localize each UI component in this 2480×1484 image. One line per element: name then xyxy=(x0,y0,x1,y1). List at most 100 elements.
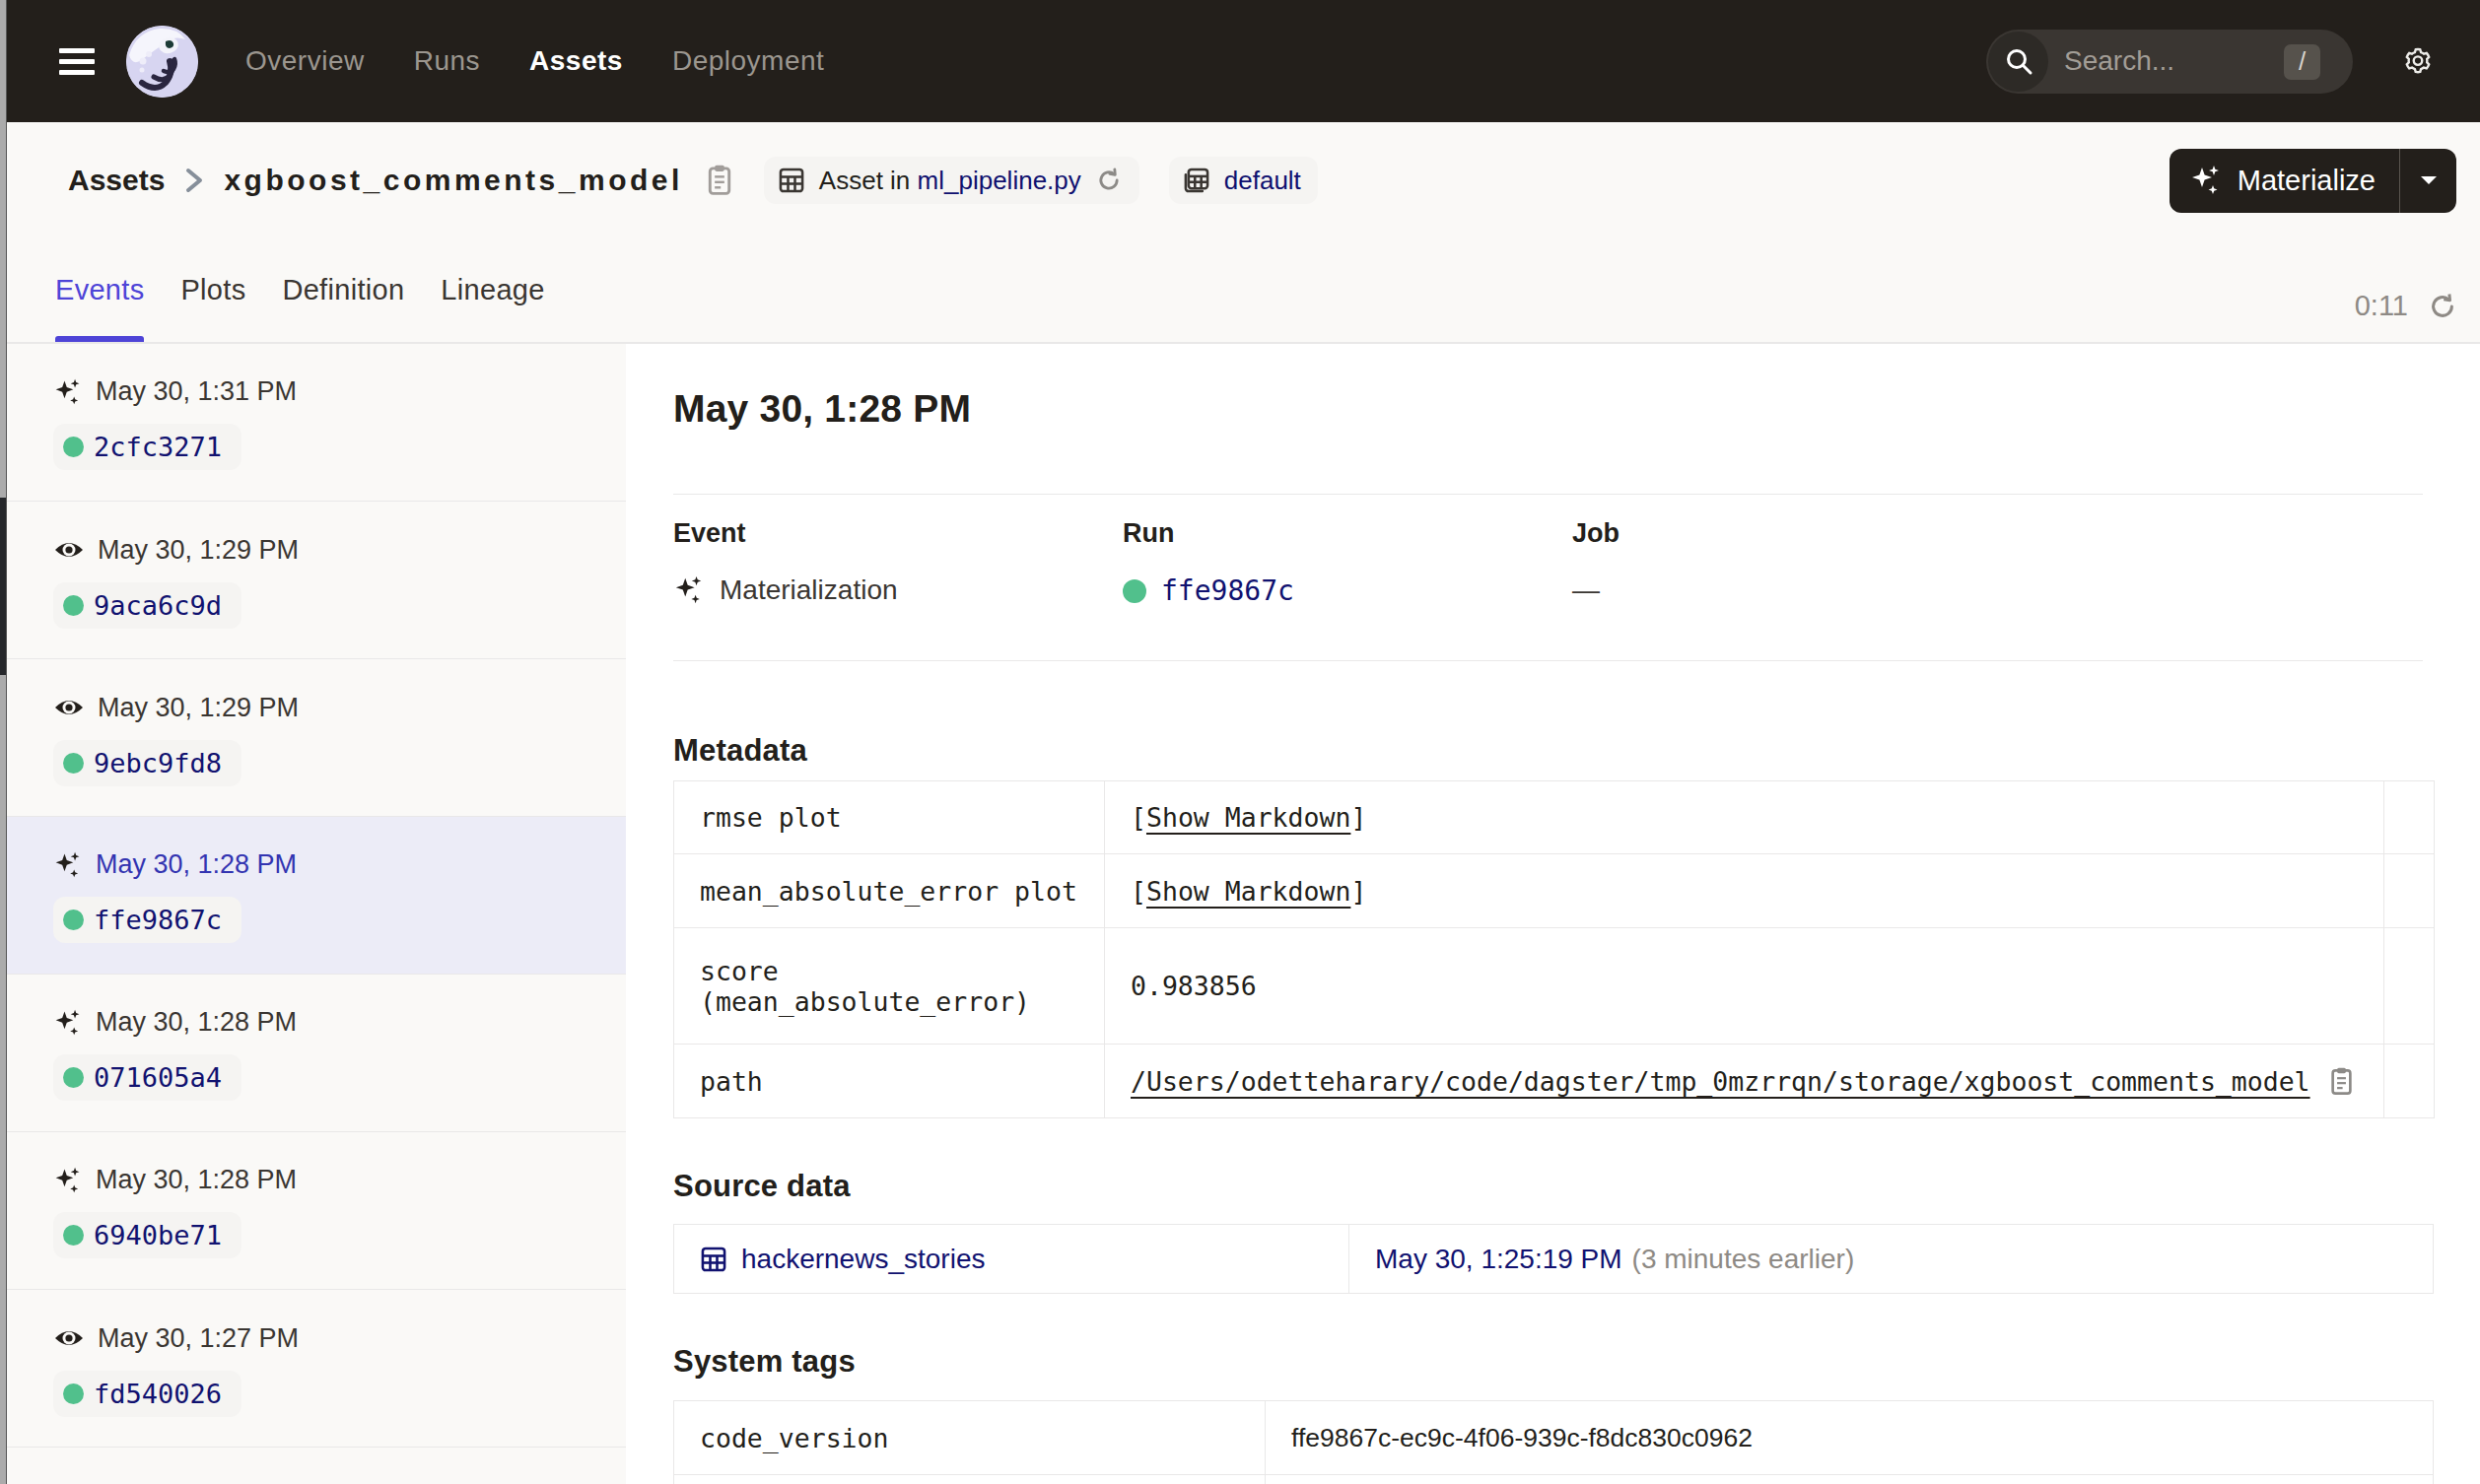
repo-tag-link[interactable]: default xyxy=(1224,166,1301,196)
event-time: May 30, 1:31 PM xyxy=(96,376,297,407)
event-list-item[interactable]: May 30, 1:29 PM 9aca6c9d xyxy=(7,502,626,659)
copy-asset-name-icon[interactable] xyxy=(705,164,734,197)
tabs: Events Plots Definition Lineage xyxy=(55,238,545,342)
run-badge[interactable]: 2cfc3271 xyxy=(53,424,241,470)
event-list-item[interactable]: May 30, 1:27 PM fd540026 xyxy=(7,1290,626,1448)
event-time: May 30, 1:29 PM xyxy=(98,693,299,723)
repo-icon xyxy=(1183,167,1210,194)
nav-overview[interactable]: Overview xyxy=(245,45,365,77)
materialize-button-group: Materialize xyxy=(2170,149,2456,213)
metadata-key: path xyxy=(700,1066,763,1097)
metadata-row: path/Users/odetteharary/code/dagster/tmp… xyxy=(674,1045,2435,1118)
run-badge[interactable]: fd540026 xyxy=(53,1371,241,1417)
event-list-item[interactable]: May 30, 1:28 PM ffe9867c xyxy=(7,817,626,975)
event-detail-panel: May 30, 1:28 PM Event Materialization Ru… xyxy=(626,344,2480,1484)
run-status-dot xyxy=(63,753,84,774)
materialize-dropdown-button[interactable] xyxy=(2399,149,2456,213)
refresh-timer: 0:11 xyxy=(2355,290,2408,322)
event-detail-title: May 30, 1:28 PM xyxy=(673,387,2480,431)
run-id: ffe9867c xyxy=(94,905,222,935)
event-list-item[interactable]: May 30, 1:28 PM 071605a4 xyxy=(7,975,626,1132)
tab-plots[interactable]: Plots xyxy=(180,238,245,342)
event-column: Event Materialization xyxy=(673,518,1123,607)
tabs-row: Events Plots Definition Lineage 0:11 xyxy=(7,238,2480,344)
metadata-heading: Metadata xyxy=(673,733,2480,769)
event-list-item[interactable]: May 30, 1:28 PM 6940be71 xyxy=(7,1132,626,1290)
event-time: May 30, 1:28 PM xyxy=(96,1165,297,1195)
hamburger-menu-icon[interactable] xyxy=(59,48,95,75)
event-time: May 30, 1:27 PM xyxy=(98,1323,299,1354)
run-status-dot xyxy=(63,437,84,457)
materialization-sparkle-icon xyxy=(53,850,83,880)
table-icon xyxy=(700,1246,727,1273)
metadata-table: rmse plot[Show Markdown]mean_absolute_er… xyxy=(673,780,2435,1118)
settings-gear-icon[interactable] xyxy=(2402,45,2434,77)
observation-eye-icon xyxy=(53,534,85,566)
run-badge[interactable]: 9ebc9fd8 xyxy=(53,740,241,786)
path-link[interactable]: /Users/odetteharary/code/dagster/tmp_0mz… xyxy=(1131,1066,2310,1097)
search-shortcut-badge: / xyxy=(2284,44,2320,80)
asset-tag-prefix: Asset in xyxy=(819,166,911,196)
asset-header-row: Assets xgboost_comments_model Asset in m… xyxy=(7,122,2480,238)
breadcrumb-assets-link[interactable]: Assets xyxy=(68,164,165,197)
dagster-app-window: Overview Runs Assets Deployment Search..… xyxy=(6,0,2480,1484)
run-badge[interactable]: ffe9867c xyxy=(53,897,241,943)
reload-icon[interactable] xyxy=(1095,167,1123,194)
run-id: 2cfc3271 xyxy=(94,432,222,462)
event-type-value: Materialization xyxy=(720,574,898,606)
sparkle-icon xyxy=(2189,164,2223,197)
system-tags-table: code_version ffe9867c-ec9c-4f06-939c-f8d… xyxy=(673,1400,2434,1484)
primary-nav: Overview Runs Assets Deployment xyxy=(245,45,824,77)
event-list-item[interactable]: May 30, 1:31 PM 2cfc3271 xyxy=(7,344,626,502)
event-header: Event xyxy=(673,518,1123,549)
refresh-icon[interactable] xyxy=(2428,292,2457,321)
asset-tag-file-link[interactable]: ml_pipeline.py xyxy=(918,166,1081,196)
run-id: 9aca6c9d xyxy=(94,590,222,621)
observation-eye-icon xyxy=(53,1322,85,1354)
source-time-ago: (3 minutes earlier) xyxy=(1632,1244,1855,1274)
materialize-button[interactable]: Materialize xyxy=(2170,164,2399,197)
metadata-value: 0.983856 xyxy=(1131,971,1257,1001)
nav-deployment[interactable]: Deployment xyxy=(672,45,824,77)
tab-lineage[interactable]: Lineage xyxy=(441,238,544,342)
asset-group-tag: Asset in ml_pipeline.py xyxy=(764,157,1139,204)
run-badge[interactable]: 6940be71 xyxy=(53,1212,241,1258)
tab-definition[interactable]: Definition xyxy=(282,238,404,342)
source-data-heading: Source data xyxy=(673,1169,2480,1204)
source-time-link[interactable]: May 30, 1:25:19 PM xyxy=(1375,1244,1622,1274)
dagster-logo[interactable] xyxy=(126,26,198,98)
run-id: 9ebc9fd8 xyxy=(94,748,222,778)
source-data-table: hackernews_stories May 30, 1:25:19 PM (3 … xyxy=(673,1224,2434,1294)
job-header: Job xyxy=(1572,518,2480,549)
desktop-edge-sliver xyxy=(0,0,6,1484)
metadata-row: mean_absolute_error plot[Show Markdown] xyxy=(674,854,2435,928)
nav-assets[interactable]: Assets xyxy=(529,45,623,77)
show-markdown-link[interactable]: Show Markdown xyxy=(1146,876,1350,907)
caret-down-icon xyxy=(2418,173,2440,187)
header-right: Search... / xyxy=(1986,30,2480,94)
search-input[interactable]: Search... / xyxy=(1986,30,2353,94)
job-column: Job — xyxy=(1572,518,2480,607)
materialize-label: Materialize xyxy=(2238,165,2376,197)
copy-path-icon[interactable] xyxy=(2328,1066,2355,1097)
observation-eye-icon xyxy=(53,692,85,723)
run-id: fd540026 xyxy=(94,1379,222,1409)
breadcrumb-chevron-icon xyxy=(184,165,204,196)
run-badge[interactable]: 071605a4 xyxy=(53,1054,241,1101)
breadcrumb: Assets xgboost_comments_model xyxy=(68,164,734,197)
tab-events[interactable]: Events xyxy=(55,238,144,342)
show-markdown-link[interactable]: Show Markdown xyxy=(1146,802,1350,833)
asset-name: xgboost_comments_model xyxy=(224,164,682,197)
nav-runs[interactable]: Runs xyxy=(414,45,480,77)
top-nav-bar: Overview Runs Assets Deployment Search..… xyxy=(7,0,2480,122)
run-id-link[interactable]: ffe9867c xyxy=(1161,574,1294,607)
table-icon xyxy=(778,167,805,194)
event-list-item[interactable]: May 30, 1:29 PM 9ebc9fd8 xyxy=(7,659,626,817)
run-badge[interactable]: 9aca6c9d xyxy=(53,582,241,629)
source-asset-link[interactable]: hackernews_stories xyxy=(741,1244,985,1275)
source-data-row: hackernews_stories May 30, 1:25:19 PM (3 … xyxy=(674,1225,2434,1294)
metadata-key: score(mean_absolute_error) xyxy=(700,956,1030,1017)
materialization-sparkle-icon xyxy=(53,1008,83,1038)
run-status-dot xyxy=(63,1067,84,1088)
run-status-dot xyxy=(63,595,84,616)
